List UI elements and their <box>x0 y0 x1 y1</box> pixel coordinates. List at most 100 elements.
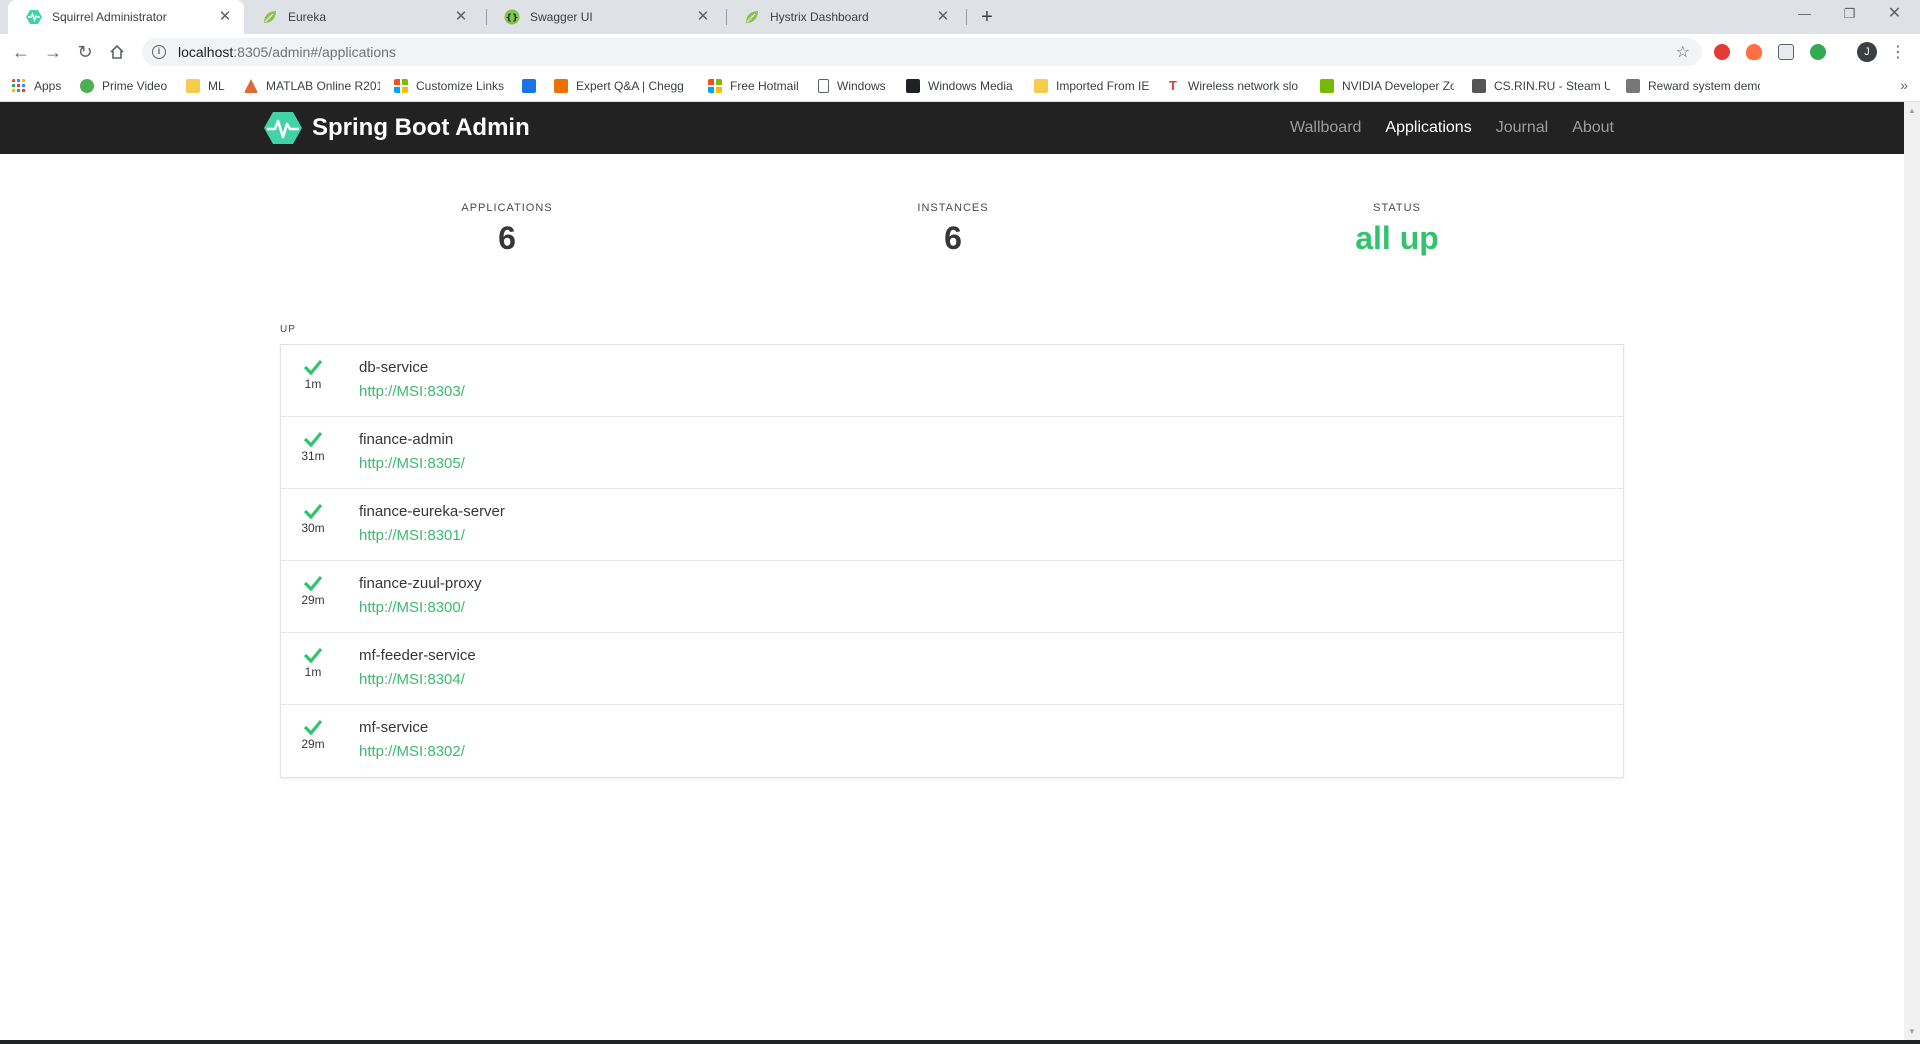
close-tab-icon[interactable]: ✕ <box>216 8 234 26</box>
scroll-down-icon[interactable]: ▼ <box>1908 1027 1916 1036</box>
profile-avatar[interactable]: J <box>1857 42 1877 62</box>
bookmark-label: Free Hotmail <box>730 79 799 93</box>
close-window-icon[interactable]: ✕ <box>1872 0 1917 30</box>
windows-media-icon <box>906 79 920 93</box>
fire-extension-icon[interactable] <box>1746 44 1762 60</box>
bookmark-item[interactable]: Expert Q&A | Chegg <box>554 70 694 102</box>
taskbar-edge <box>0 1040 1920 1044</box>
bookmark-item[interactable]: Free Hotmail <box>708 70 808 102</box>
tab-squirrel-administrator[interactable]: Squirrel Administrator ✕ <box>8 0 244 34</box>
bookmark-item[interactable]: Imported From IE <box>1034 70 1150 102</box>
bookmark-item[interactable] <box>522 70 542 102</box>
status-indicator: 31m <box>295 431 331 463</box>
status-label: STATUS <box>1373 202 1421 214</box>
folder-icon <box>1034 79 1048 93</box>
tab-strip: Squirrel Administrator ✕ Eureka ✕ {} Swa… <box>0 0 1920 34</box>
application-url[interactable]: http://MSI:8305/ <box>359 455 465 472</box>
svg-text:{}: {} <box>506 14 519 24</box>
adblock-extension-icon[interactable] <box>1714 44 1730 60</box>
application-url[interactable]: http://MSI:8303/ <box>359 383 465 400</box>
bookmark-label: CS.RIN.RU - Steam U <box>1494 79 1610 93</box>
status-summary: STATUS all up <box>1297 202 1497 257</box>
status-value: all up <box>1355 220 1439 256</box>
bookmark-item[interactable]: T Wireless network slo <box>1166 70 1302 102</box>
application-url[interactable]: http://MSI:8302/ <box>359 743 465 760</box>
address-bar[interactable]: i localhost:8305/admin#/applications ☆ <box>142 38 1702 66</box>
new-tab-plus-icon[interactable]: + <box>976 6 998 28</box>
bookmark-item[interactable]: Prime Video <box>80 70 176 102</box>
scroll-up-icon[interactable]: ▲ <box>1908 106 1916 115</box>
tab-title: Squirrel Administrator <box>52 10 167 24</box>
bookmark-item[interactable]: Windows <box>818 70 898 102</box>
bookmark-label: Imported From IE <box>1056 79 1150 93</box>
tab-swagger-ui[interactable]: {} Swagger UI ✕ <box>486 0 722 34</box>
nav-about[interactable]: About <box>1572 119 1614 137</box>
media-icon <box>522 79 536 93</box>
folder-icon <box>186 79 200 93</box>
bookmark-item[interactable]: Windows Media <box>906 70 1018 102</box>
application-row[interactable]: 1m db-service http://MSI:8303/ <box>281 345 1623 417</box>
status-indicator: 1m <box>295 359 331 391</box>
bookmark-item[interactable]: ML <box>186 70 236 102</box>
spring-boot-admin-favicon-icon <box>26 9 42 25</box>
more-bookmarks-icon[interactable]: » <box>1900 77 1908 93</box>
bookmark-label: NVIDIA Developer Zo <box>1342 79 1454 93</box>
nav-journal[interactable]: Journal <box>1496 119 1548 137</box>
application-url[interactable]: http://MSI:8300/ <box>359 599 465 616</box>
application-row[interactable]: 29m mf-service http://MSI:8302/ <box>281 705 1623 777</box>
spring-boot-admin-logo-icon <box>264 112 302 144</box>
bookmark-item[interactable]: CS.RIN.RU - Steam U <box>1472 70 1610 102</box>
application-row[interactable]: 29m finance-zuul-proxy http://MSI:8300/ <box>281 561 1623 633</box>
status-indicator: 1m <box>295 647 331 679</box>
bookmark-item[interactable]: Customize Links <box>394 70 512 102</box>
uptime: 1m <box>304 665 322 679</box>
close-tab-icon[interactable]: ✕ <box>694 8 712 26</box>
tab-eureka[interactable]: Eureka ✕ <box>244 0 480 34</box>
home-icon[interactable] <box>104 40 130 64</box>
document-extension-icon[interactable] <box>1778 44 1794 60</box>
brand-title: Spring Boot Admin <box>312 114 530 141</box>
minimize-icon[interactable]: — <box>1782 0 1827 30</box>
browser-toolbar: ← → ↻ i localhost:8305/admin#/applicatio… <box>0 34 1920 70</box>
application-url[interactable]: http://MSI:8304/ <box>359 671 465 688</box>
bookmark-item[interactable]: MATLAB Online R201 <box>244 70 380 102</box>
close-tab-icon[interactable]: ✕ <box>452 8 470 26</box>
bookmark-label: Customize Links <box>416 79 505 93</box>
applications-summary: APPLICATIONS 6 <box>407 202 607 257</box>
applications-label: APPLICATIONS <box>461 202 553 214</box>
page-scrollbar[interactable]: ▲ ▼ <box>1904 102 1920 1040</box>
main-nav: Wallboard Applications Journal About <box>1266 102 1614 154</box>
bookmark-item[interactable]: Reward system demo <box>1626 70 1760 102</box>
brand[interactable]: Spring Boot Admin <box>264 110 530 146</box>
bookmark-star-icon[interactable]: ☆ <box>1676 42 1690 62</box>
check-icon <box>303 719 323 735</box>
nav-applications[interactable]: Applications <box>1385 119 1471 137</box>
site-info-icon[interactable]: i <box>152 45 166 59</box>
tab-title: Hystrix Dashboard <box>770 10 869 24</box>
application-url[interactable]: http://MSI:8301/ <box>359 527 465 544</box>
uptime: 29m <box>301 593 325 607</box>
close-tab-icon[interactable]: ✕ <box>934 8 952 26</box>
application-name: mf-service <box>359 719 429 736</box>
browser-menu-icon[interactable]: ⋮ <box>1890 42 1906 62</box>
nvidia-icon <box>1320 79 1334 93</box>
application-row[interactable]: 31m finance-admin http://MSI:8305/ <box>281 417 1623 489</box>
bookmark-item[interactable]: Apps <box>12 70 72 102</box>
bookmark-item[interactable]: NVIDIA Developer Zo <box>1320 70 1454 102</box>
application-row[interactable]: 1m mf-feeder-service http://MSI:8304/ <box>281 633 1623 705</box>
globe-extension-icon[interactable] <box>1810 44 1826 60</box>
tab-title: Eureka <box>288 10 327 24</box>
bookmark-label: Reward system demo <box>1648 79 1760 93</box>
reload-icon[interactable]: ↻ <box>72 40 98 64</box>
page-icon <box>818 79 829 93</box>
check-icon <box>303 647 323 663</box>
spring-leaf-icon <box>744 9 760 25</box>
uptime: 1m <box>304 377 322 391</box>
nav-wallboard[interactable]: Wallboard <box>1290 119 1361 137</box>
tab-hystrix-dashboard[interactable]: Hystrix Dashboard ✕ <box>726 0 962 34</box>
check-icon <box>303 359 323 375</box>
back-arrow-icon[interactable]: ← <box>8 40 34 64</box>
forward-arrow-icon[interactable]: → <box>40 40 66 64</box>
restore-icon[interactable]: ❐ <box>1827 0 1872 30</box>
application-row[interactable]: 30m finance-eureka-server http://MSI:830… <box>281 489 1623 561</box>
